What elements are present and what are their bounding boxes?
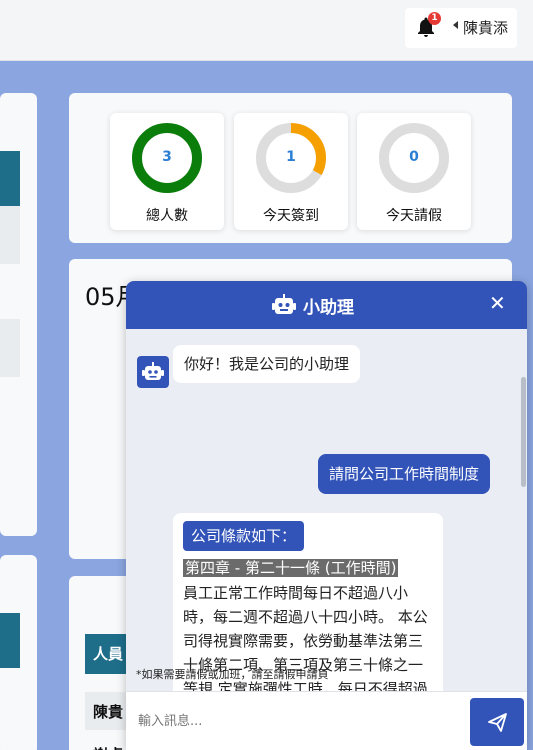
chat-messages[interactable]: 你好！我是公司的小助理 請問公司工作時間制度 公司條款如下： 第四章 - 第二十…	[126, 329, 527, 691]
notification-badge: 1	[428, 12, 441, 25]
left-card-row	[0, 319, 20, 377]
stat-leave: 0 今天請假	[357, 113, 471, 230]
left-card-lower	[0, 555, 37, 750]
chat-message-input[interactable]	[138, 708, 458, 734]
robot-icon	[142, 362, 164, 380]
clause-heading: 第四章 - 第二十一條 (工作時間)	[183, 559, 399, 577]
left-card-header	[0, 151, 20, 206]
stat-signin: 1 今天簽到	[234, 113, 348, 230]
send-icon	[488, 713, 507, 732]
bot-avatar	[137, 356, 169, 388]
caret-left-icon[interactable]	[453, 21, 458, 29]
chat-header: 小助理 ✕	[126, 281, 527, 329]
send-button[interactable]	[470, 698, 524, 746]
stat-value: 3	[162, 149, 172, 165]
stat-total: 3 總人數	[110, 113, 224, 230]
user-message: 請問公司工作時間制度	[318, 454, 491, 494]
chat-disclaimer: *如果需要請假或加班，請至請假申請頁	[136, 668, 329, 681]
left-card-header	[0, 613, 20, 668]
bot-message: 你好！我是公司的小助理	[173, 345, 361, 383]
stat-label: 今天請假	[386, 208, 442, 224]
chat-title: 小助理	[303, 298, 354, 318]
stat-label: 總人數	[146, 208, 188, 224]
stat-label: 今天簽到	[263, 208, 319, 224]
chat-input-bar	[126, 691, 527, 750]
user-name[interactable]: 陳貴添	[463, 17, 508, 38]
left-card-row	[0, 206, 20, 264]
chat-widget: 小助理 ✕ 你好！我是公司的小助理 請問公司工作時間制度 公司條款如下： 第四章…	[126, 281, 527, 750]
close-icon[interactable]: ✕	[489, 291, 506, 315]
clause-tag: 公司條款如下：	[183, 521, 305, 551]
left-card	[0, 93, 37, 536]
bot-message: 公司條款如下： 第四章 - 第二十一條 (工作時間) 員工正常工作時間每日不超過…	[173, 513, 443, 691]
chat-scrollbar[interactable]	[521, 377, 526, 487]
stat-value: 1	[286, 149, 296, 165]
robot-icon	[272, 294, 296, 314]
stat-value: 0	[409, 149, 419, 165]
